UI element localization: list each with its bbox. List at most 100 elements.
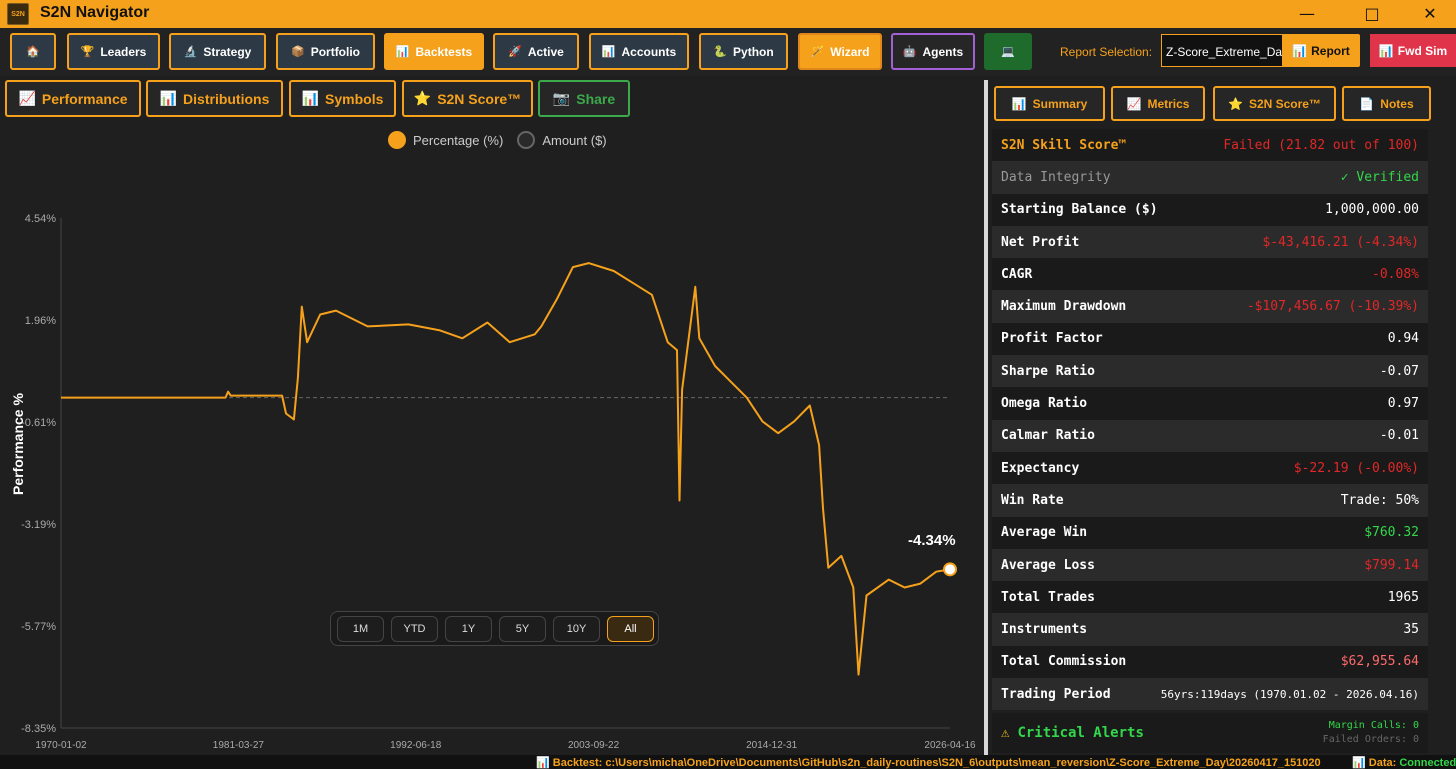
bar-chart-icon: 📊 [159,90,178,106]
nav-terminal-button[interactable]: 💻 [984,33,1032,70]
metric-label: Average Win [1001,525,1088,541]
metric-row: Average Win $760.32 [992,516,1428,549]
bar-chart-icon: 📊 [1292,43,1308,58]
tab-summary[interactable]: 📊 Summary [994,86,1105,121]
nav-label: Strategy [203,44,252,59]
connection-status: 📊 Data: Connected [1352,756,1456,769]
metric-label: Win Rate [1001,492,1064,508]
metric-value: -0.07 [1379,363,1419,379]
metric-row: Trading Period 56yrs:119days (1970.01.02 … [992,678,1428,711]
range-5y-button[interactable]: 5Y [499,615,546,642]
warning-icon: ⚠ [1001,725,1010,741]
metric-label: S2N Skill Score™ [1001,137,1127,153]
tab-distributions[interactable]: 📊 Distributions [146,80,283,117]
tab-label: S2N Score™ [437,90,522,107]
metric-row: Average Loss $799.14 [992,548,1428,582]
nav-leaders-button[interactable]: 🏆 Leaders [67,33,160,70]
critical-alerts: ⚠ Critical Alerts Margin Calls: 0 Failed… [992,713,1428,753]
maximize-button[interactable]: □ [1352,3,1392,25]
nav-accounts-button[interactable]: 📊 Accounts [589,33,689,70]
metric-label: Omega Ratio [1001,396,1088,412]
x-tick-label: 1992-06-18 [390,740,442,751]
x-tick-label: 2026-04-16 [924,740,976,751]
nav-portfolio-button[interactable]: 📦 Portfolio [276,33,375,70]
metric-value: 0.97 [1387,396,1419,412]
fwd-sim-label: Fwd Sim [1397,43,1448,58]
close-button[interactable]: ✕ [1410,3,1450,25]
range-ytd-button[interactable]: YTD [391,615,438,642]
tab-performance[interactable]: 📈 Performance [5,80,141,117]
metrics-table: S2N Skill Score™ Failed (21.82 out of 100… [992,129,1428,711]
bar-chart-icon: 📊 [395,46,410,58]
tab-label: Summary [1032,96,1088,111]
minimize-button[interactable]: — [1287,3,1327,25]
bar-chart-icon: 📊 [1011,96,1027,111]
metric-row: Data Integrity ✓ Verified [992,161,1428,194]
metric-label: Total Trades [1001,589,1095,605]
metric-label: Net Profit [1001,234,1080,250]
metric-value: 35 [1403,622,1419,638]
nav-label: Active [527,44,564,59]
backtest-path-text: Backtest: c:\Users\micha\OneDrive\Docume… [552,757,1321,769]
nav-python-button[interactable]: 🐍 Python [699,33,788,70]
metric-value: 1,000,000.00 [1325,202,1419,218]
y-axis-label: Performance % [10,393,26,495]
metric-row: Sharpe Ratio -0.07 [992,355,1428,388]
bar-chart-icon: 📊 [536,757,550,769]
nav-label: Agents [922,44,964,59]
metric-row: Instruments 35 [992,613,1428,646]
report-selection-label: Report Selection: [1060,45,1153,59]
metric-value: Trade: 50% [1340,492,1419,508]
nav-home-button[interactable]: 🏠 [10,33,56,70]
tab-label: Metrics [1147,96,1190,111]
metric-row: Win Rate Trade: 50% [992,484,1428,517]
tab-s2n-score-summary[interactable]: ⭐ S2N Score™ [1213,86,1336,121]
tab-label: Symbols [325,90,384,107]
x-tick-label: 2014-12-31 [746,740,798,751]
bar-chart-icon: 📊 [301,90,320,106]
nav-backtests-button[interactable]: 📊 Backtests [384,33,484,70]
range-1y-button[interactable]: 1Y [445,615,492,642]
tab-symbols[interactable]: 📊 Symbols [289,80,396,117]
tab-label: Share [576,90,616,107]
report-select[interactable]: Z-Score_Extreme_Day/20260417_151020 [1161,34,1291,67]
range-10y-button[interactable]: 10Y [553,615,600,642]
wand-icon: 🪄 [810,46,825,58]
report-button-label: Report [1311,43,1350,58]
connection-label: Data: [1368,757,1397,769]
tab-metrics[interactable]: 📈 Metrics [1111,86,1205,121]
fwd-sim-button[interactable]: 📊 Fwd Sim [1370,34,1456,67]
metric-value: $799.14 [1364,557,1419,573]
nav-wizard-button[interactable]: 🪄 Wizard [798,33,882,70]
report-button[interactable]: 📊 Report [1282,34,1360,67]
nav-active-button[interactable]: 🚀 Active [493,33,579,70]
python-icon: 🐍 [713,46,728,58]
metric-value: $-43,416.21 (-4.34%) [1262,234,1419,250]
metric-label: Calmar Ratio [1001,428,1095,444]
trophy-icon: 🏆 [80,46,95,58]
range-all-button[interactable]: All [607,615,654,642]
nav-agents-button[interactable]: 🤖 Agents [891,33,975,70]
metric-row: Net Profit $-43,416.21 (-4.34%) [992,225,1428,259]
metric-label: Expectancy [1001,460,1080,476]
performance-chart[interactable]: 4.54% 1.96% -0.61% -3.19% -5.77% -8.35% 1970-0… [0,120,983,755]
last-point-marker [943,562,957,577]
app-title: S2N Navigator [40,4,150,21]
document-icon: 📄 [1359,96,1375,111]
x-tick-label: 2003-09-22 [568,740,620,751]
box-icon: 📦 [290,46,305,58]
range-1m-button[interactable]: 1M [337,615,384,642]
metrics-panel: 📊 Summary 📈 Metrics ⭐ S2N Score™ 📄 Notes… [988,80,1456,755]
share-button[interactable]: 📷 Share [538,80,630,117]
star-icon: ⭐ [1228,96,1243,111]
tab-label: Distributions [183,90,270,107]
nav-strategy-button[interactable]: 🔬 Strategy [169,33,266,70]
tab-s2n-score[interactable]: ⭐ S2N Score™ [402,80,533,117]
metric-value: ✓ Verified [1340,169,1419,185]
metric-value: 0.94 [1387,331,1419,347]
metric-label: Data Integrity [1001,169,1111,185]
tab-notes[interactable]: 📄 Notes [1342,86,1431,121]
metric-row: Starting Balance ($) 1,000,000.00 [992,193,1428,226]
status-bar: 📊 Backtest: c:\Users\micha\OneDrive\Docu… [0,755,1456,769]
metric-row: Expectancy $-22.19 (-0.00%) [992,451,1428,485]
